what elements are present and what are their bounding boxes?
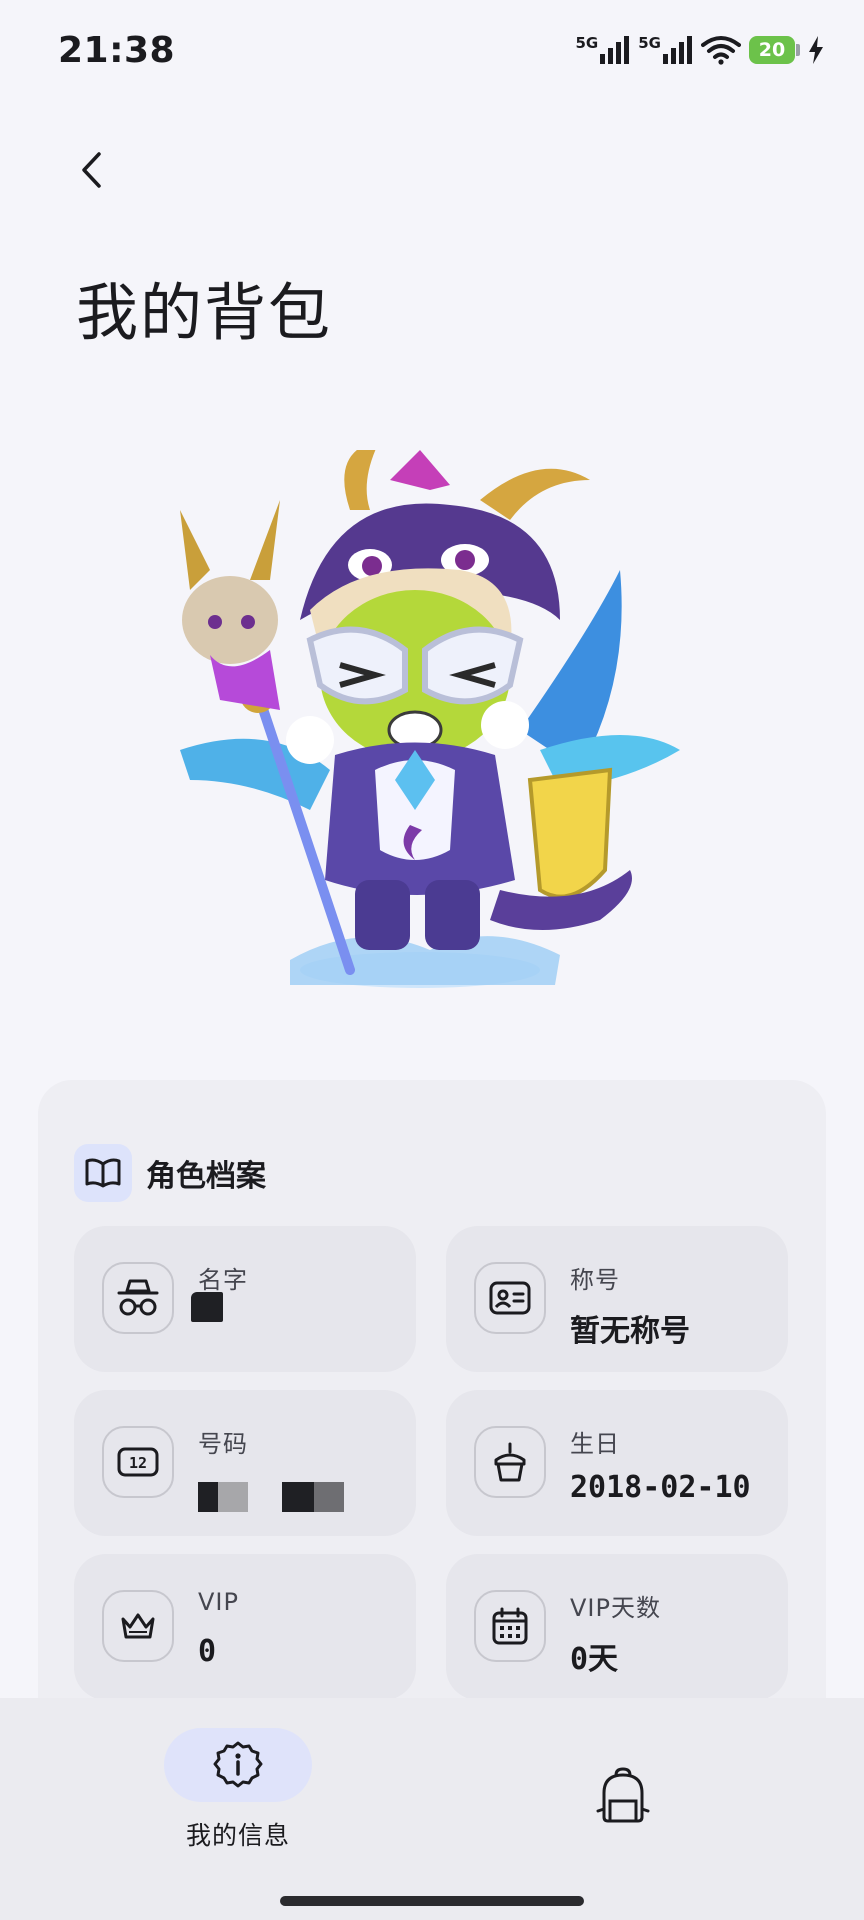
nav-active-indicator [164, 1728, 312, 1802]
field-label: 生日 [570, 1430, 620, 1458]
signal-5g-icon: 5G [638, 34, 693, 64]
number-12-icon: 12 [102, 1426, 174, 1498]
section-title: 角色档案 [146, 1159, 266, 1194]
field-label: 称号 [570, 1266, 620, 1294]
field-label: VIP天数 [570, 1594, 661, 1622]
status-bar: 21:38 5G 5G 20 [0, 0, 864, 100]
status-time: 21:38 [58, 30, 176, 71]
vip-card[interactable]: VIP 0 [74, 1554, 416, 1700]
number-card[interactable]: 12 号码 [74, 1390, 416, 1536]
field-label: 号码 [198, 1430, 248, 1458]
chevron-left-icon [82, 152, 101, 188]
nav-label: 我的信息 [185, 1821, 290, 1850]
redaction-block [198, 1482, 218, 1512]
bottom-navigation: 我的信息 [0, 1698, 864, 1920]
title-card[interactable]: 称号 暂无称号 [446, 1226, 788, 1372]
home-indicator[interactable] [280, 1896, 584, 1906]
battery-level: 20 [749, 36, 795, 64]
cake-icon [474, 1426, 546, 1498]
nav-item-my-info[interactable]: 我的信息 [164, 1728, 312, 1852]
redaction-block [314, 1482, 344, 1512]
profile-panel: 角色档案 名字 称号 暂无称号 12 号码 生日 2018-02-10 VIP … [38, 1080, 826, 1740]
wifi-icon [701, 36, 741, 65]
field-label: 名字 [198, 1266, 248, 1294]
signal-type-label: 5G [575, 34, 599, 52]
info-icon [213, 1741, 263, 1788]
character-avatar [180, 450, 680, 988]
nav-item-backpack[interactable] [586, 1758, 660, 1832]
redaction-block [282, 1482, 314, 1512]
name-card[interactable]: 名字 [74, 1226, 416, 1372]
system-icons: 5G 5G 20 [576, 30, 825, 70]
backpack-icon [596, 1767, 650, 1823]
crown-icon [102, 1590, 174, 1662]
birthday-value: 2018-02-10 [570, 1470, 751, 1505]
id-card-icon [474, 1262, 546, 1334]
battery-icon: 20 [749, 36, 800, 64]
page-title: 我的背包 [76, 276, 333, 349]
field-label: VIP [198, 1588, 239, 1616]
book-open-icon [74, 1144, 132, 1202]
redaction-block [218, 1482, 248, 1512]
svg-text:12: 12 [129, 1454, 147, 1472]
birthday-card[interactable]: 生日 2018-02-10 [446, 1390, 788, 1536]
incognito-icon [102, 1262, 174, 1334]
vip-days-card[interactable]: VIP天数 0天 [446, 1554, 788, 1700]
back-button[interactable] [64, 142, 120, 198]
calendar-icon [474, 1590, 546, 1662]
vip-days-value: 0天 [570, 1642, 619, 1677]
signal-5g-icon: 5G [575, 34, 631, 64]
title-value: 暂无称号 [570, 1314, 690, 1349]
vip-value: 0 [198, 1634, 217, 1669]
charging-icon [809, 36, 823, 64]
signal-type-label: 5G [638, 34, 661, 52]
redaction-block [191, 1292, 223, 1322]
section-header: 角色档案 [74, 1144, 266, 1202]
